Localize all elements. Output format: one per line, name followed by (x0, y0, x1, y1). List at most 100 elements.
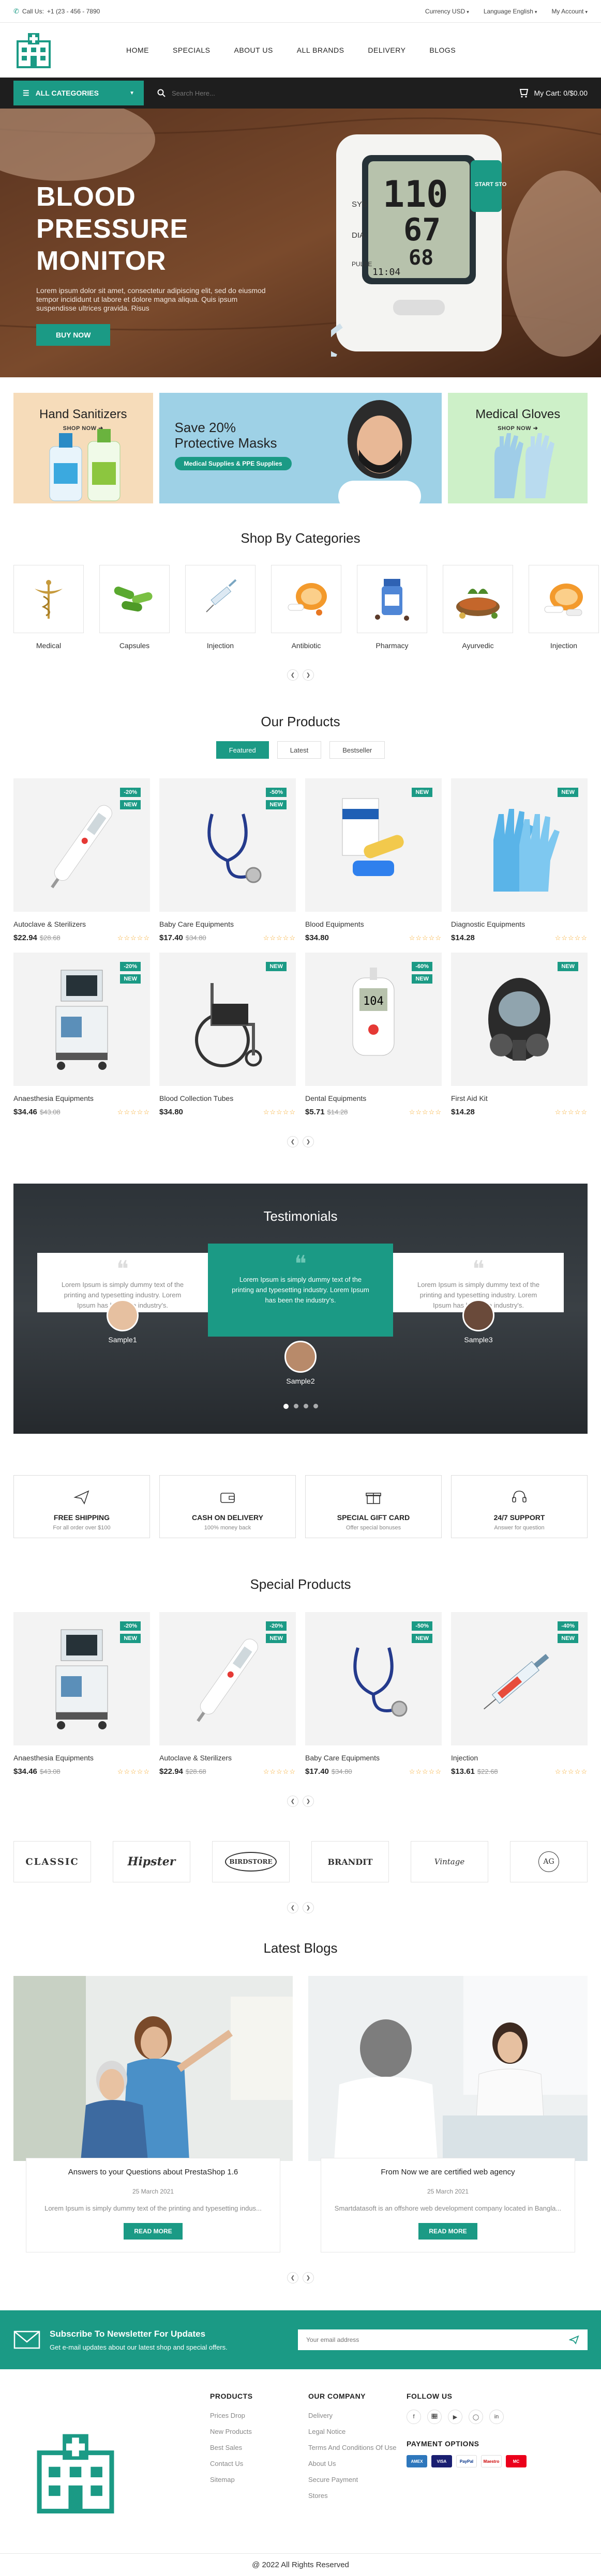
product-image[interactable]: NEW (451, 953, 588, 1086)
product-image[interactable]: -50% NEW (159, 778, 296, 912)
youtube-icon[interactable]: ▶ (448, 2410, 462, 2424)
product-image[interactable]: -50% NEW (305, 1612, 442, 1745)
footer-link[interactable]: About Us (308, 2460, 407, 2467)
product-name[interactable]: Blood Collection Tubes (159, 1094, 296, 1102)
product-card[interactable]: NEW Diagnostic Equipments $14.28 ☆☆☆☆☆ (451, 778, 588, 942)
chevron-left-icon[interactable]: ❮ (287, 1902, 298, 1913)
category-item[interactable]: Pharmacy (357, 565, 427, 650)
read-more-button[interactable]: READ MORE (124, 2223, 183, 2240)
product-name[interactable]: Blood Equipments (305, 920, 442, 928)
product-card[interactable]: -20% NEW Autoclave & Sterilizers $22.94 $28.… (159, 1612, 296, 1776)
footer-link[interactable]: Delivery (308, 2412, 407, 2419)
logo-hospital-icon[interactable] (29, 2427, 122, 2518)
carousel-dot[interactable] (313, 1404, 318, 1408)
brand-logo-hipster[interactable]: Hipster (113, 1841, 190, 1882)
read-more-button[interactable]: READ MORE (418, 2223, 477, 2240)
nav-specials[interactable]: SPECIALS (173, 46, 210, 54)
product-name[interactable]: Autoclave & Sterilizers (13, 920, 150, 928)
blog-title[interactable]: From Now we are certified web agency (332, 2168, 564, 2176)
carousel-dot[interactable] (293, 1404, 298, 1408)
blog-title[interactable]: Answers to your Questions about PrestaSh… (37, 2168, 269, 2176)
blog-image[interactable] (13, 1976, 293, 2161)
product-image[interactable]: -20% NEW (13, 953, 150, 1086)
product-name[interactable]: Diagnostic Equipments (451, 920, 588, 928)
product-name[interactable]: Baby Care Equipments (159, 920, 296, 928)
product-card[interactable]: 104 -60% NEW Dental Equipments $5.71 $14.28 ☆☆… (305, 953, 442, 1116)
chevron-left-icon[interactable]: ❮ (287, 1796, 298, 1807)
product-card[interactable]: NEW Blood Collection Tubes $34.80 ☆☆☆☆☆ (159, 953, 296, 1116)
footer-link[interactable]: Legal Notice (308, 2428, 407, 2435)
product-name[interactable]: Autoclave & Sterilizers (159, 1754, 296, 1762)
footer-link[interactable]: Terms And Conditions Of Use (308, 2444, 407, 2451)
footer-link[interactable]: Best Sales (210, 2444, 308, 2451)
product-image[interactable]: -20% NEW (13, 1612, 150, 1745)
banner-hand-sanitizers[interactable]: Hand Sanitizers SHOP NOW ➜ (13, 393, 153, 503)
brand-logo-vintage[interactable]: Vintage (411, 1841, 488, 1882)
product-name[interactable]: Baby Care Equipments (305, 1754, 442, 1762)
product-image[interactable]: NEW (305, 778, 442, 912)
brand-logo-brandit[interactable]: BRANDIT (311, 1841, 389, 1882)
brand-logo-classic[interactable]: CLASSIC (13, 1841, 91, 1882)
newsletter-email-input[interactable] (306, 2336, 554, 2343)
tab-latest[interactable]: Latest (277, 741, 322, 759)
product-card[interactable]: -50% NEW Baby Care Equipments $17.40 $34.80 ☆… (159, 778, 296, 942)
send-icon[interactable] (569, 2335, 579, 2344)
twitter-icon[interactable]: 𝔕 (427, 2410, 442, 2424)
product-name[interactable]: Dental Equipments (305, 1094, 442, 1102)
chevron-right-icon[interactable]: ❯ (303, 2272, 314, 2283)
nav-all-brands[interactable]: ALL BRANDS (297, 46, 344, 54)
product-card[interactable]: -20% NEW Anaesthesia Equipments $34.46 $43.0… (13, 953, 150, 1116)
product-name[interactable]: Injection (451, 1754, 588, 1762)
product-card[interactable]: NEW First Aid Kit $14.28 ☆☆☆☆☆ (451, 953, 588, 1116)
chevron-right-icon[interactable]: ❯ (303, 1136, 314, 1147)
product-name[interactable]: Anaesthesia Equipments (13, 1094, 150, 1102)
chevron-left-icon[interactable]: ❮ (287, 669, 298, 681)
carousel-dot[interactable] (303, 1404, 308, 1408)
search-icon[interactable] (157, 89, 166, 97)
product-card[interactable]: -50% NEW Baby Care Equipments $17.40 $34.80 ☆… (305, 1612, 442, 1776)
product-name[interactable]: Anaesthesia Equipments (13, 1754, 150, 1762)
chevron-right-icon[interactable]: ❯ (303, 1902, 314, 1913)
facebook-icon[interactable]: f (407, 2410, 421, 2424)
search-input[interactable] (172, 89, 379, 97)
buy-now-button[interactable]: BUY NOW (36, 324, 111, 346)
account-menu[interactable]: My Account ▾ (551, 8, 588, 15)
nav-delivery[interactable]: DELIVERY (368, 46, 405, 54)
product-image[interactable]: 104 -60% NEW (305, 953, 442, 1086)
footer-link[interactable]: Prices Drop (210, 2412, 308, 2419)
blog-image[interactable] (308, 1976, 588, 2161)
footer-link[interactable]: New Products (210, 2428, 308, 2435)
product-card[interactable]: -40% NEW Injection $13.61 $22.68 ☆☆☆☆☆ (451, 1612, 588, 1776)
carousel-dot[interactable] (283, 1404, 289, 1409)
brand-logo-birdstore[interactable]: BIRDSTORE (212, 1841, 290, 1882)
product-image[interactable]: -20% NEW (13, 778, 150, 912)
product-card[interactable]: -20% NEW Anaesthesia Equipments $34.46 $43.0… (13, 1612, 150, 1776)
product-image[interactable]: -20% NEW (159, 1612, 296, 1745)
tab-featured[interactable]: Featured (216, 741, 269, 759)
product-image[interactable]: NEW (451, 778, 588, 912)
chevron-right-icon[interactable]: ❯ (303, 669, 314, 681)
category-item[interactable]: Capsules (99, 565, 170, 650)
chevron-left-icon[interactable]: ❮ (287, 1136, 298, 1147)
nav-about-us[interactable]: ABOUT US (234, 46, 273, 54)
currency-selector[interactable]: Currency USD ▾ (425, 8, 469, 15)
category-item[interactable]: Antibiotic (271, 565, 341, 650)
banner-protective-masks[interactable]: Save 20% Protective Masks Medical Supplie… (159, 393, 442, 503)
linkedin-icon[interactable]: in (489, 2410, 504, 2424)
footer-link[interactable]: Secure Payment (308, 2476, 407, 2483)
product-name[interactable]: First Aid Kit (451, 1094, 588, 1102)
nav-blogs[interactable]: BLOGS (429, 46, 456, 54)
footer-link[interactable]: Sitemap (210, 2476, 308, 2483)
product-image[interactable]: -40% NEW (451, 1612, 588, 1745)
category-item[interactable]: Medical (13, 565, 84, 650)
language-selector[interactable]: Language English ▾ (484, 8, 537, 15)
product-card[interactable]: -20% NEW Autoclave & Sterilizers $22.94 $28.… (13, 778, 150, 942)
chevron-right-icon[interactable]: ❯ (303, 1796, 314, 1807)
phone-number[interactable]: +1 (23 - 456 - 7890 (47, 8, 100, 15)
footer-link[interactable]: Contact Us (210, 2460, 308, 2467)
all-categories-dropdown[interactable]: ☰ ALL CATEGORIES ▼ (13, 81, 144, 105)
category-item[interactable]: Injection (529, 565, 599, 650)
cart-button[interactable]: My Cart: 0/$0.00 (519, 88, 588, 98)
category-item[interactable]: Injection (185, 565, 256, 650)
nav-home[interactable]: HOME (126, 46, 149, 54)
